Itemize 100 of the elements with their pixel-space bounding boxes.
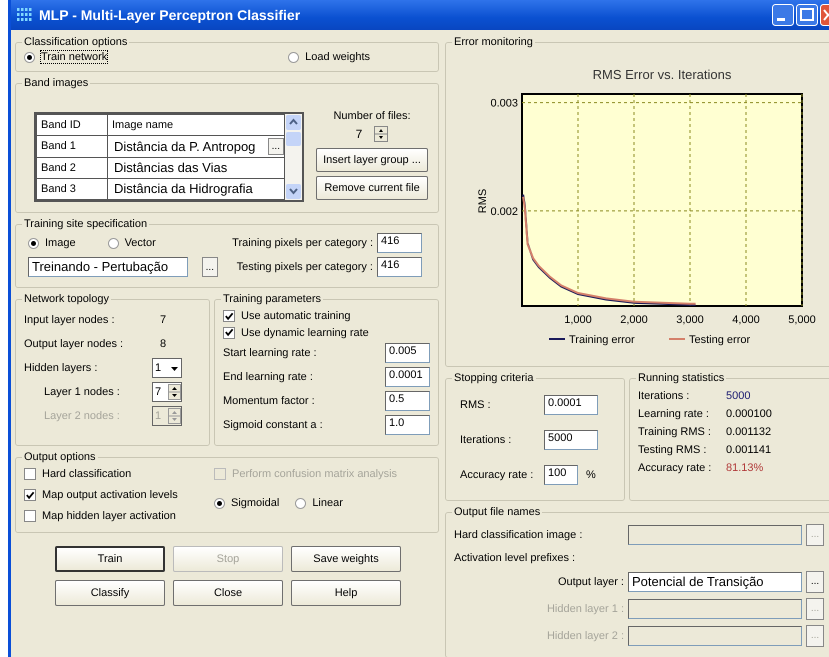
input-field[interactable]: 0.0001 bbox=[544, 394, 598, 414]
field-label: RMS : bbox=[460, 398, 492, 410]
check-icon bbox=[224, 327, 234, 338]
radio-button[interactable]: Sigmoidal bbox=[214, 497, 280, 509]
tick-label: 2,000 bbox=[620, 314, 648, 326]
input-field[interactable]: 416 bbox=[377, 257, 422, 277]
field-label: Accuracy rate : bbox=[460, 468, 534, 480]
field-label: End learning rate : bbox=[223, 371, 313, 383]
action-button[interactable]: Remove current file bbox=[316, 176, 428, 200]
table-cell: Band 2 bbox=[36, 157, 108, 178]
checkbox[interactable]: Use dynamic learning rate bbox=[223, 326, 369, 338]
tick-label: 0.002 bbox=[490, 206, 518, 218]
legend-label: Training error bbox=[569, 334, 635, 346]
field-label: Layer 1 nodes : bbox=[43, 386, 121, 398]
field-label: Sigmoid constant a : bbox=[223, 419, 323, 431]
check-icon bbox=[25, 490, 35, 500]
column-header: Band ID bbox=[36, 114, 108, 136]
legend-item: Training error bbox=[549, 334, 635, 346]
scrollbar[interactable] bbox=[285, 114, 302, 200]
spinner-icon[interactable] bbox=[168, 384, 181, 400]
table-cell: Band 3 bbox=[36, 178, 108, 200]
field-label: Activation level prefixes : bbox=[454, 552, 576, 564]
input-field[interactable]: Treinando - Pertubação bbox=[28, 257, 188, 277]
stat-value: 0.001141 bbox=[726, 444, 772, 456]
browse-button[interactable]: ... bbox=[202, 257, 218, 277]
input-field[interactable]: 0.0001 bbox=[385, 367, 430, 387]
radio-button[interactable]: Image bbox=[28, 237, 76, 249]
checkbox[interactable]: Map hidden layer activation bbox=[24, 510, 214, 522]
action-button[interactable]: Help bbox=[291, 580, 401, 606]
input-field[interactable]: 5000 bbox=[544, 430, 598, 450]
input-field[interactable]: Potencial de Transição bbox=[628, 572, 802, 592]
value-text: 7 bbox=[159, 314, 166, 326]
field-label: Hidden layer 1 : bbox=[546, 602, 624, 614]
stat-label: Learning rate : bbox=[638, 408, 710, 420]
field-label: Start learning rate : bbox=[223, 347, 317, 359]
group-title: Running statistics bbox=[637, 372, 726, 384]
input-field[interactable]: 0.5 bbox=[385, 391, 430, 411]
browse-button[interactable]: ... bbox=[268, 138, 284, 155]
action-button[interactable]: Train bbox=[55, 546, 165, 572]
tick-label: 3,000 bbox=[676, 314, 704, 326]
group-title: Output file names bbox=[453, 506, 542, 518]
input-field[interactable]: 1.0 bbox=[385, 415, 430, 435]
stat-value: 5000 bbox=[726, 390, 752, 402]
check-icon bbox=[224, 310, 234, 322]
group-title: Network topology bbox=[23, 293, 110, 305]
group-title: Error monitoring bbox=[453, 36, 534, 48]
field-label: Testing pixels per category : bbox=[236, 261, 373, 273]
tick-label: 4,000 bbox=[732, 314, 760, 326]
close-icon[interactable] bbox=[820, 4, 829, 26]
legend-item: Testing error bbox=[669, 334, 750, 346]
field-label: Input layer nodes : bbox=[24, 314, 116, 326]
window-title: MLP - Multi-Layer Perceptron Classifier bbox=[39, 7, 302, 23]
radio-button[interactable]: Vector bbox=[108, 237, 156, 249]
files-label: Number of files: bbox=[333, 110, 411, 122]
stat-value: 81.13% bbox=[726, 462, 764, 474]
group-title: Training site specification bbox=[23, 218, 148, 230]
input-field[interactable]: 416 bbox=[377, 233, 422, 253]
radio-button[interactable]: Load weights bbox=[288, 51, 370, 63]
checkbox[interactable]: Use automatic training bbox=[223, 310, 350, 322]
tick-label: 0.003 bbox=[490, 98, 518, 110]
action-button[interactable]: Insert layer group ... bbox=[316, 148, 428, 172]
group-title: Training parameters bbox=[222, 293, 322, 305]
checkbox[interactable]: Hard classification bbox=[24, 468, 214, 480]
legend-label: Testing error bbox=[689, 334, 750, 346]
action-button[interactable]: Classify bbox=[55, 580, 165, 606]
input-field[interactable]: 100 bbox=[544, 464, 578, 484]
field-label: Hidden layer 2 : bbox=[546, 630, 624, 642]
stat-label: Training RMS : bbox=[638, 426, 712, 438]
table-cell[interactable]: Distância da P. Antropog ... bbox=[108, 136, 284, 157]
files-count: 7 bbox=[356, 127, 362, 141]
input-field[interactable]: 0.005 bbox=[385, 343, 430, 363]
tick-label: 1,000 bbox=[564, 314, 592, 326]
radio-button[interactable]: Train network bbox=[24, 51, 108, 63]
table-cell[interactable]: Distâncias das Vias bbox=[108, 157, 284, 178]
spinner-icon[interactable] bbox=[374, 126, 388, 142]
field-label: Training pixels per category : bbox=[232, 237, 373, 249]
tick-label: 5,000 bbox=[788, 314, 816, 326]
checkbox[interactable]: Map output activation levels bbox=[24, 489, 214, 501]
value-text: 8 bbox=[159, 338, 166, 350]
field-label: Hidden layers : bbox=[24, 362, 98, 374]
table-cell[interactable]: Distância da Hidrografia bbox=[108, 178, 284, 200]
stat-label: Testing RMS : bbox=[638, 444, 708, 456]
browse-button[interactable]: ... bbox=[806, 570, 824, 592]
group-title: Stopping criteria bbox=[453, 372, 534, 384]
action-button[interactable]: Save weights bbox=[291, 546, 401, 572]
field-label: Layer 2 nodes : bbox=[43, 410, 121, 422]
stat-label: Iterations : bbox=[638, 390, 690, 402]
minimize-icon[interactable] bbox=[772, 4, 794, 26]
grid-icon bbox=[17, 8, 33, 22]
maximize-icon[interactable] bbox=[796, 4, 818, 26]
field-label: Output layer : bbox=[556, 576, 624, 588]
group-title: Band images bbox=[23, 77, 90, 89]
stat-label: Accuracy rate : bbox=[638, 462, 712, 474]
column-header: Image name bbox=[108, 114, 284, 136]
spin-field[interactable]: 7 bbox=[152, 382, 182, 402]
dropdown[interactable]: 1 bbox=[152, 358, 182, 378]
field-label: Hard classification image : bbox=[454, 528, 584, 540]
action-button[interactable]: Close bbox=[173, 580, 283, 606]
axis-label: RMS bbox=[477, 188, 489, 214]
radio-button[interactable]: Linear bbox=[295, 497, 343, 509]
